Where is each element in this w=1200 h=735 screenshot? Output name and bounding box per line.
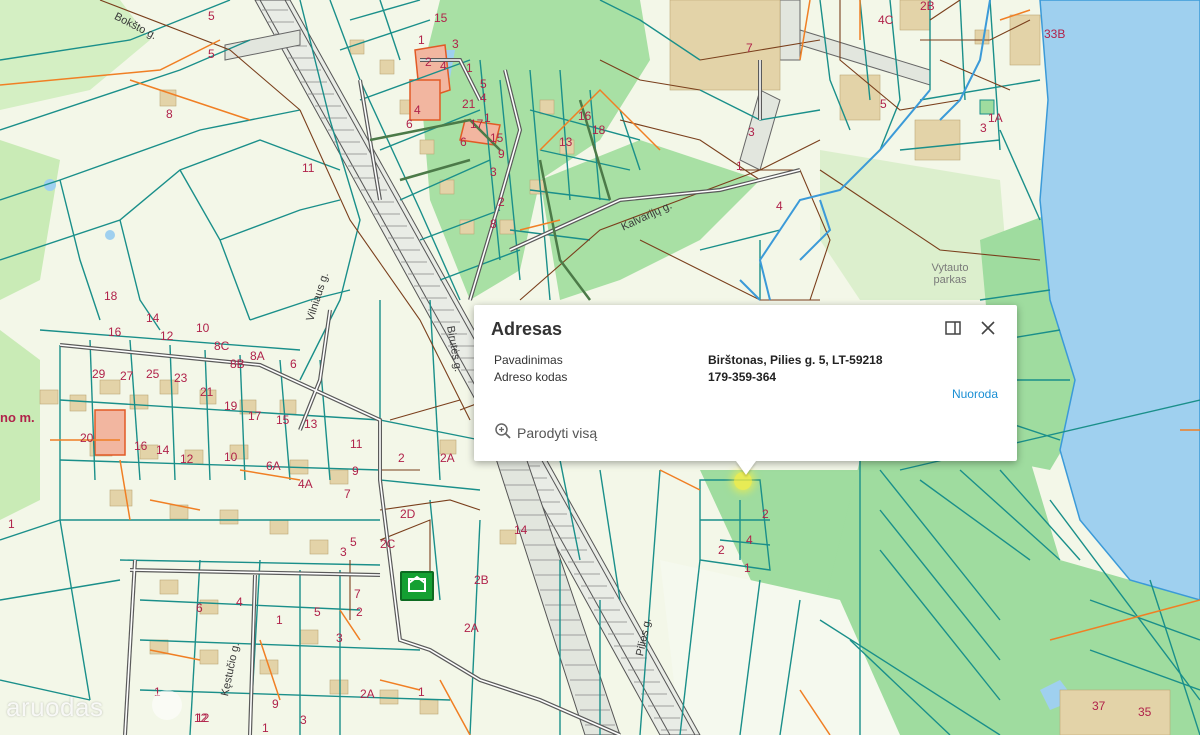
address-popup: Adresas Pavadinimas Birštonas, Pilies g.… xyxy=(474,305,1017,475)
attribute-name: Adreso kodas xyxy=(494,370,568,384)
attribute-value: Birštonas, Pilies g. 5, LT-59218 xyxy=(708,353,883,367)
dock-panel-icon[interactable] xyxy=(944,319,962,337)
popup-title: Adresas xyxy=(491,319,563,339)
link-nuoroda[interactable]: Nuoroda xyxy=(952,387,998,401)
watermark-logo: aruodas xyxy=(6,692,104,722)
zoom-in-icon xyxy=(494,422,512,443)
popup-pointer xyxy=(736,461,756,475)
zoom-to-button[interactable]: Parodyti visą xyxy=(494,422,597,443)
watermark-badge xyxy=(152,690,182,720)
zoom-to-label: Parodyti visą xyxy=(517,424,598,441)
close-icon[interactable] xyxy=(979,319,997,337)
attribute-value: 179-359-364 xyxy=(708,370,777,384)
poi-icon[interactable] xyxy=(400,571,434,601)
attribute-name: Pavadinimas xyxy=(494,353,563,367)
